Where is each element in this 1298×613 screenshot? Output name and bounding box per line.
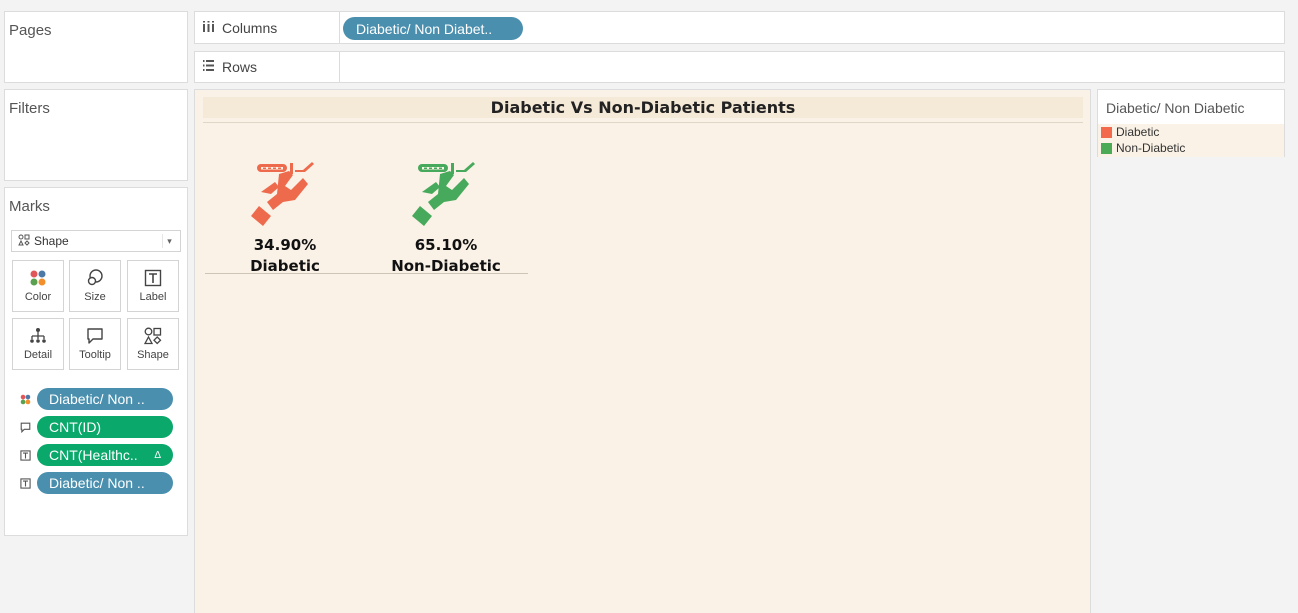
color-icon [17, 394, 33, 405]
legend-title: Diabetic/ Non Diabetic [1106, 100, 1245, 116]
view-title: Diabetic Vs Non-Diabetic Patients [203, 97, 1083, 118]
rows-shelf[interactable]: Rows [194, 51, 1285, 83]
label-icon [17, 449, 33, 461]
pages-panel[interactable]: Pages [4, 11, 188, 83]
glucose-test-icon [251, 162, 314, 226]
legend-swatch-non-diabetic [1101, 142, 1112, 154]
columns-field-pill[interactable]: Diabetic/ Non Diabet.. [343, 17, 523, 40]
shape-small-icon [18, 234, 30, 249]
percent-label-non-diabetic: 65.10% [414, 236, 478, 254]
shape-label: Shape [137, 349, 169, 361]
chevron-down-icon: ▾ [162, 234, 176, 248]
field-pill-cnt-healthcare-text: CNT(Healthc.. [49, 447, 138, 463]
mark-diabetic[interactable]: 34.90% Diabetic [210, 162, 360, 277]
detail-icon [13, 319, 63, 349]
marks-title: Marks [9, 198, 50, 215]
marks-field-color[interactable]: Diabetic/ Non .. [17, 387, 173, 411]
tooltip-icon [70, 319, 120, 349]
size-button[interactable]: Size [69, 260, 121, 312]
legend-label-diabetic: Diabetic [1116, 125, 1160, 139]
header-divider [205, 273, 528, 274]
tooltip-icon [17, 422, 33, 433]
legend-items: Diabetic Non-Diabetic [1098, 124, 1284, 157]
mark-type-label: Shape [34, 234, 69, 248]
marks-field-label-count[interactable]: CNT(Healthc.. Δ [17, 443, 173, 467]
legend-label-non-diabetic: Non-Diabetic [1116, 141, 1186, 155]
color-icon [13, 261, 63, 291]
pages-title: Pages [9, 22, 52, 39]
filters-title: Filters [9, 100, 50, 117]
delta-icon: Δ [154, 449, 161, 461]
columns-shelf[interactable]: Columns Diabetic/ Non Diabet.. [194, 11, 1285, 44]
size-icon [70, 261, 120, 291]
color-label: Color [24, 291, 52, 303]
legend-swatch-diabetic [1101, 126, 1112, 138]
color-legend[interactable]: Diabetic/ Non Diabetic Diabetic Non-Diab… [1097, 89, 1285, 157]
percent-label-diabetic: 34.90% [253, 236, 317, 254]
mark-non-diabetic[interactable]: 65.10% Non-Diabetic [371, 162, 521, 277]
rows-icon [203, 60, 214, 74]
legend-item-diabetic[interactable]: Diabetic [1098, 124, 1284, 140]
title-divider [203, 122, 1083, 123]
legend-item-non-diabetic[interactable]: Non-Diabetic [1098, 140, 1284, 156]
rows-shelf-label: Rows [195, 52, 340, 82]
marks-field-label-category[interactable]: Diabetic/ Non .. [17, 471, 173, 495]
field-pill-diabetic-color[interactable]: Diabetic/ Non .. [37, 388, 173, 410]
columns-icon [203, 20, 214, 35]
viz-view: Diabetic Vs Non-Diabetic Patients 34.90%… [194, 89, 1091, 613]
tooltip-label: Tooltip [79, 349, 111, 361]
shape-icon [128, 319, 178, 349]
size-label: Size [84, 291, 106, 303]
detail-label: Detail [23, 349, 53, 361]
rows-label: Rows [222, 59, 258, 75]
detail-button[interactable]: Detail [12, 318, 64, 370]
label-icon [128, 261, 178, 291]
filters-panel[interactable]: Filters [4, 89, 188, 181]
label-button[interactable]: Label [127, 260, 179, 312]
glucose-test-icon [412, 162, 475, 226]
tooltip-button[interactable]: Tooltip [69, 318, 121, 370]
marks-field-tooltip[interactable]: CNT(ID) [17, 415, 173, 439]
field-pill-cnt-id[interactable]: CNT(ID) [37, 416, 173, 438]
columns-label: Columns [222, 19, 278, 36]
field-pill-cnt-healthcare[interactable]: CNT(Healthc.. Δ [37, 444, 173, 466]
marks-panel: Marks Shape ▾ Color Size Label Detail To… [4, 187, 188, 536]
shape-button[interactable]: Shape [127, 318, 179, 370]
columns-shelf-label: Columns [195, 12, 340, 43]
label-label: Label [139, 291, 167, 303]
field-pill-diabetic-label[interactable]: Diabetic/ Non .. [37, 472, 173, 494]
label-icon [17, 477, 33, 489]
color-button[interactable]: Color [12, 260, 64, 312]
mark-type-dropdown[interactable]: Shape ▾ [11, 230, 181, 252]
